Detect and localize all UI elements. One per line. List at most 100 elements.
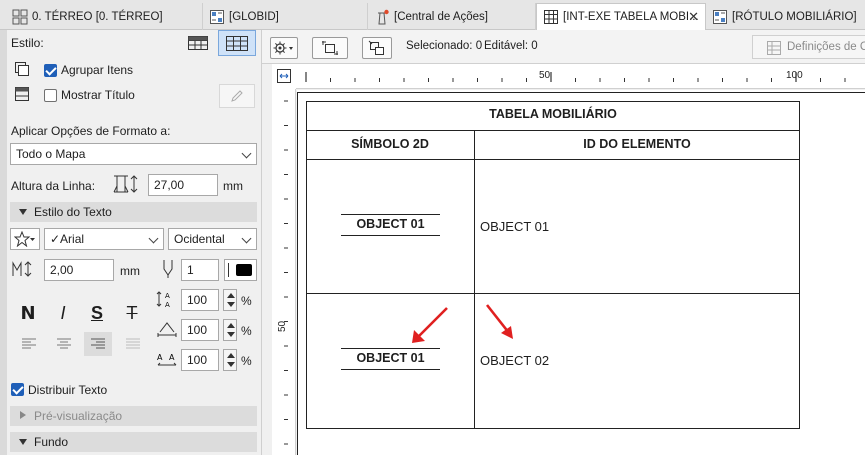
tab-furniture-label[interactable]: [RÓTULO MOBILIÁRIO] bbox=[706, 3, 865, 30]
row2-element-id[interactable]: OBJECT 02 bbox=[480, 353, 549, 368]
font-select[interactable]: ✓Arial bbox=[44, 228, 164, 250]
annotation-arrow-right bbox=[485, 304, 513, 339]
text-size-input[interactable]: 2,00 bbox=[44, 259, 114, 281]
table-line-header bbox=[306, 159, 800, 160]
symbol-line-bottom bbox=[341, 369, 440, 370]
table-title: TABELA MOBILIÁRIO bbox=[489, 107, 617, 121]
show-title-checkbox[interactable] bbox=[44, 89, 57, 102]
table-line-row1 bbox=[306, 293, 800, 294]
align-justify-icon[interactable] bbox=[126, 338, 140, 350]
tab-label: [Central de Ações] bbox=[394, 10, 488, 23]
line-spacing-stepper[interactable] bbox=[223, 289, 237, 311]
text-style-section-header[interactable]: Estilo do Texto bbox=[10, 202, 257, 222]
view-in-3d-button[interactable] bbox=[362, 37, 392, 59]
symbol-line-bottom bbox=[341, 235, 440, 236]
underline-button[interactable]: S bbox=[86, 303, 108, 324]
tab-globid[interactable]: [GLOBID] bbox=[203, 3, 368, 30]
row-height-input[interactable]: 27,00 bbox=[148, 174, 218, 196]
tab-furniture-table[interactable]: [INT-EXE TABELA MOBI... ✕ bbox=[536, 3, 706, 30]
tab-floor-plan[interactable]: 0. TÉRREO [0. TÉRREO] bbox=[6, 3, 203, 30]
align-center-icon[interactable] bbox=[57, 338, 71, 350]
favorite-style-button[interactable] bbox=[10, 228, 40, 250]
svg-text:A: A bbox=[165, 301, 170, 308]
chevron-down-icon bbox=[148, 233, 159, 244]
pen-input[interactable]: 1 bbox=[181, 259, 219, 281]
definitions-label: Definições de C bbox=[787, 41, 865, 53]
ruler-corner bbox=[272, 64, 296, 89]
definitions-button[interactable]: Definições de C bbox=[752, 35, 865, 59]
script-select[interactable]: Ocidental bbox=[168, 228, 257, 250]
row-height-unit: mm bbox=[223, 179, 243, 193]
apply-format-value: Todo o Mapa bbox=[16, 147, 86, 161]
table-line-title bbox=[306, 130, 800, 131]
italic-button[interactable]: I bbox=[52, 303, 74, 324]
svg-text:A: A bbox=[157, 353, 163, 362]
pencil-icon bbox=[231, 90, 243, 102]
ruler-units-icon[interactable] bbox=[276, 68, 292, 84]
char-width-input[interactable]: 100 bbox=[181, 319, 219, 341]
wrap-text-checkbox[interactable] bbox=[11, 383, 24, 396]
align-left-icon[interactable] bbox=[22, 338, 36, 350]
char-spacing-stepper[interactable] bbox=[223, 349, 237, 371]
row1-symbol[interactable]: OBJECT 01 bbox=[341, 217, 440, 231]
pen-color-divider bbox=[228, 263, 229, 277]
apply-format-select[interactable]: Todo o Mapa bbox=[10, 143, 257, 165]
preview-section-header[interactable]: Pré-visualização bbox=[10, 406, 257, 426]
chevron-down-icon bbox=[241, 233, 252, 244]
row2-symbol[interactable]: OBJECT 01 bbox=[341, 351, 440, 365]
bold-button[interactable]: N bbox=[17, 303, 39, 324]
style-grid-full-button[interactable] bbox=[218, 30, 256, 56]
floor-plan-icon bbox=[12, 9, 28, 24]
tab-action-center[interactable]: [Central de Ações] bbox=[368, 3, 536, 30]
char-width-stepper[interactable] bbox=[223, 319, 237, 341]
char-spacing-input[interactable]: 100 bbox=[181, 349, 219, 371]
line-spacing-unit: % bbox=[241, 294, 252, 308]
select-in-model-button[interactable] bbox=[312, 37, 348, 59]
font-value: ✓Arial bbox=[50, 232, 85, 246]
tab-label: [INT-EXE TABELA MOBI... bbox=[563, 11, 699, 23]
background-section-header[interactable]: Fundo bbox=[10, 432, 257, 452]
char-width-icon bbox=[157, 322, 177, 337]
horizontal-ruler: 50 100 bbox=[296, 64, 865, 89]
char-spacing-icon: AA bbox=[157, 353, 177, 366]
line-spacing-icon: AA bbox=[156, 291, 170, 308]
tab-label: 0. TÉRREO [0. TÉRREO] bbox=[32, 10, 163, 23]
pen-color-button[interactable] bbox=[224, 259, 257, 281]
text-size-unit: mm bbox=[120, 264, 140, 278]
char-spacing-unit: % bbox=[241, 354, 252, 368]
strikethrough-button[interactable]: T bbox=[121, 303, 143, 324]
gear-icon bbox=[273, 41, 293, 55]
tab-label: [GLOBID] bbox=[229, 10, 279, 23]
schedule-toolbar: Selecionado: 0 Editável: 0 Definições de… bbox=[262, 30, 865, 64]
schedule-icon bbox=[210, 9, 224, 24]
table-settings-icon bbox=[767, 41, 781, 55]
row-height-icon bbox=[113, 175, 138, 193]
chevron-down-icon bbox=[241, 148, 252, 159]
style-grid-button[interactable] bbox=[183, 32, 213, 54]
select-in-model-icon bbox=[322, 41, 338, 55]
star-icon bbox=[14, 231, 35, 247]
table-icon bbox=[544, 10, 558, 24]
table-border-bottom bbox=[306, 428, 800, 429]
tab-label: [RÓTULO MOBILIÁRIO] bbox=[732, 10, 857, 23]
close-icon[interactable]: ✕ bbox=[688, 9, 699, 25]
background-section-label: Fundo bbox=[34, 435, 69, 449]
settings-button[interactable] bbox=[270, 37, 298, 59]
triangle-down-icon bbox=[19, 439, 27, 445]
group-items-label: Agrupar Itens bbox=[61, 63, 134, 77]
svg-text:A: A bbox=[169, 353, 175, 362]
selected-count: Selecionado: 0 bbox=[406, 40, 483, 52]
text-size-icon bbox=[12, 261, 32, 277]
row1-element-id[interactable]: OBJECT 01 bbox=[480, 219, 549, 234]
wrap-text-label: Distribuir Texto bbox=[28, 383, 108, 397]
panel-edge-strip bbox=[0, 30, 7, 455]
line-spacing-input[interactable]: 100 bbox=[181, 289, 219, 311]
vertical-ruler: 50 bbox=[272, 89, 296, 455]
pen-icon bbox=[163, 260, 173, 278]
char-width-unit: % bbox=[241, 324, 252, 338]
align-right-button[interactable] bbox=[84, 332, 112, 356]
edit-title-button[interactable] bbox=[219, 84, 255, 108]
group-items-checkbox[interactable] bbox=[44, 64, 57, 77]
header-2d-symbol: SÍMBOLO 2D bbox=[351, 137, 429, 151]
style-label: Estilo: bbox=[11, 36, 44, 50]
